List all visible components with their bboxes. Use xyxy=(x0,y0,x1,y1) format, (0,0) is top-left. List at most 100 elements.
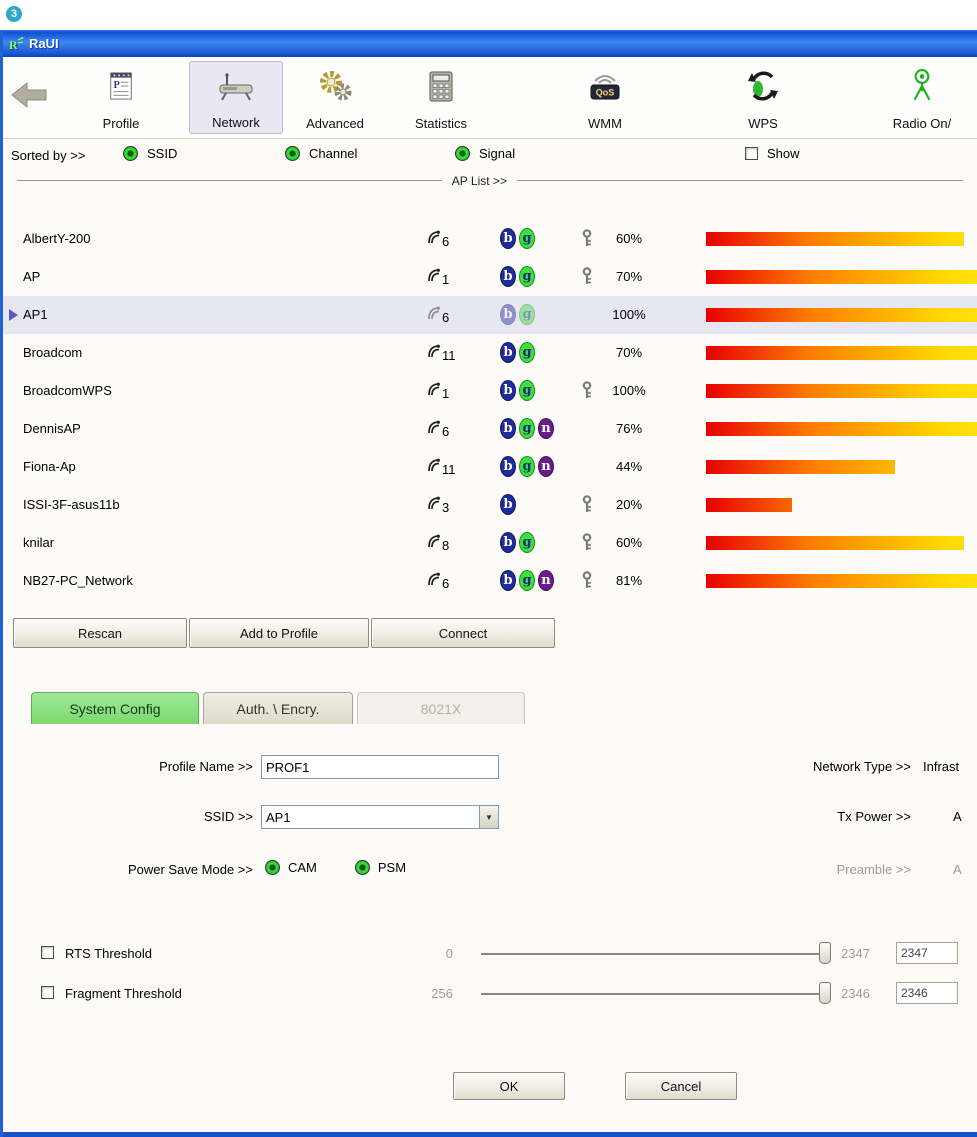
key-icon xyxy=(581,229,593,252)
ap-row[interactable]: NB27-PC_Network 6 bgn 81% xyxy=(3,562,977,600)
sort-option-channel[interactable]: Channel xyxy=(285,146,357,161)
ap-modes: bg xyxy=(500,228,535,249)
signal-bar xyxy=(706,308,977,322)
show-dbm-option[interactable]: Show xyxy=(745,146,800,161)
ap-row[interactable]: knilar 8 bg 60% xyxy=(3,524,977,562)
channel-icon xyxy=(427,495,440,515)
rts-max-value: 2347 xyxy=(841,946,870,961)
key-icon xyxy=(581,533,593,556)
ap-channel: 8 xyxy=(442,538,450,553)
connect-button[interactable]: Connect xyxy=(371,618,555,648)
ssid-select[interactable]: AP1 ▼ xyxy=(261,805,499,829)
rescan-button[interactable]: Rescan xyxy=(13,618,187,648)
mode-n-badge: n xyxy=(538,570,554,591)
fragment-threshold-label: Fragment Threshold xyxy=(65,986,182,1001)
ap-channel: 6 xyxy=(442,576,450,591)
preamble-label: Preamble >> xyxy=(836,862,911,877)
power-save-mode-label: Power Save Mode >> xyxy=(127,862,253,877)
ap-row[interactable]: AP 1 bg 70% xyxy=(3,258,977,296)
channel-icon xyxy=(427,457,440,477)
titlebar[interactable]: R RaUI xyxy=(3,30,977,57)
signal-bar xyxy=(706,536,964,550)
profile-name-input[interactable] xyxy=(261,755,499,779)
toolbar-item-wps[interactable]: WPS xyxy=(715,61,811,134)
tab-system-config[interactable]: System Config xyxy=(31,692,199,724)
show-checkbox-label: Show xyxy=(767,146,800,161)
ap-row[interactable]: AlbertY-200 6 bg 60% xyxy=(3,220,977,258)
ok-button[interactable]: OK xyxy=(453,1072,565,1100)
ssid-label: SSID >> xyxy=(203,809,253,824)
ap-modes: bg xyxy=(500,342,535,363)
window-bottom-border xyxy=(3,1132,977,1137)
channel-icon xyxy=(427,419,440,439)
ap-ssid: ISSI-3F-asus11b xyxy=(23,497,120,512)
toolbar-item-radio-on-off[interactable]: Radio On/ xyxy=(867,61,977,134)
ap-channel: 6 xyxy=(442,424,450,439)
toolbar-item-network[interactable]: Network xyxy=(189,61,283,134)
fragment-slider[interactable] xyxy=(481,981,831,1005)
ap-channel: 1 xyxy=(442,272,450,287)
sort-option-ssid[interactable]: SSID xyxy=(123,146,177,161)
toolbar-item-label: Advanced xyxy=(306,116,364,131)
signal-bar xyxy=(706,384,977,398)
fragment-slider-handle[interactable] xyxy=(819,982,831,1004)
ap-channel: 11 xyxy=(442,348,456,363)
toolbar-item-advanced[interactable]: Advanced xyxy=(287,61,383,134)
tab-auth-encry[interactable]: Auth. \ Encry. xyxy=(203,692,353,724)
svg-text:P: P xyxy=(114,80,120,91)
ap-row[interactable]: Fiona-Ap 11 bgn 44% xyxy=(3,448,977,486)
fragment-threshold-checkbox[interactable] xyxy=(41,986,54,999)
statistics-calculator-icon xyxy=(428,66,454,106)
sort-option-label: SSID xyxy=(147,146,178,161)
window-title: RaUI xyxy=(29,36,59,51)
channel-icon xyxy=(427,571,440,591)
ap-channel: 3 xyxy=(442,500,450,515)
annotation-badge: 3 xyxy=(6,6,22,22)
ap-row[interactable]: AP1 6 bg 100% xyxy=(3,296,977,334)
tab-8021x[interactable]: 8021X xyxy=(357,692,525,724)
ap-row[interactable]: BroadcomWPS 1 bg 100% xyxy=(3,372,977,410)
rts-threshold-checkbox[interactable] xyxy=(41,946,54,959)
toolbar-item-profile[interactable]: P Profile xyxy=(75,61,167,134)
ap-row[interactable]: Broadcom 11 bg 70% xyxy=(3,334,977,372)
cancel-button[interactable]: Cancel xyxy=(625,1072,737,1100)
rts-slider-handle[interactable] xyxy=(819,942,831,964)
mode-g-badge: g xyxy=(519,304,535,325)
channel-radio-icon[interactable] xyxy=(285,146,300,161)
mode-g-badge: g xyxy=(519,532,535,553)
ap-signal-pct: 76% xyxy=(615,421,643,436)
ap-channel: 1 xyxy=(442,386,450,401)
mode-g-badge: g xyxy=(519,570,535,591)
rts-slider[interactable] xyxy=(481,941,831,965)
mode-b-badge: b xyxy=(500,418,516,439)
channel-icon xyxy=(427,381,440,401)
back-button[interactable] xyxy=(11,81,49,111)
signal-bar xyxy=(706,232,964,246)
ssid-radio-icon[interactable] xyxy=(123,146,138,161)
signal-bar xyxy=(706,270,977,284)
mode-b-badge: b xyxy=(500,532,516,553)
psm-radio-icon[interactable] xyxy=(354,860,370,875)
show-checkbox[interactable] xyxy=(745,147,758,160)
rts-min-value: 0 xyxy=(445,946,453,961)
ap-row[interactable]: DennisAP 6 bgn 76% xyxy=(3,410,977,448)
sort-option-signal[interactable]: Signal xyxy=(455,146,515,161)
signal-bar xyxy=(706,574,977,588)
ap-ssid: NB27-PC_Network xyxy=(23,573,133,588)
fragment-value-input[interactable] xyxy=(896,982,958,1004)
sorted-by-label: Sorted by >> xyxy=(11,148,86,163)
profile-name-label: Profile Name >> xyxy=(159,759,253,774)
ap-row[interactable]: ISSI-3F-asus11b 3 b 20% xyxy=(3,486,977,524)
ap-ssid: AP xyxy=(23,269,41,284)
ap-modes: bgn xyxy=(500,456,554,477)
ap-ssid: DennisAP xyxy=(23,421,81,436)
toolbar-item-statistics[interactable]: Statistics xyxy=(393,61,489,134)
signal-radio-icon[interactable] xyxy=(455,146,470,161)
mode-b-badge: b xyxy=(500,342,516,363)
toolbar-item-wmm[interactable]: QoS WMM xyxy=(557,61,653,134)
dropdown-arrow-icon[interactable]: ▼ xyxy=(479,806,498,828)
ap-signal-pct: 60% xyxy=(615,535,643,550)
rts-value-input[interactable] xyxy=(896,942,958,964)
add-to-profile-button[interactable]: Add to Profile xyxy=(189,618,369,648)
cam-radio-icon[interactable] xyxy=(265,860,280,875)
